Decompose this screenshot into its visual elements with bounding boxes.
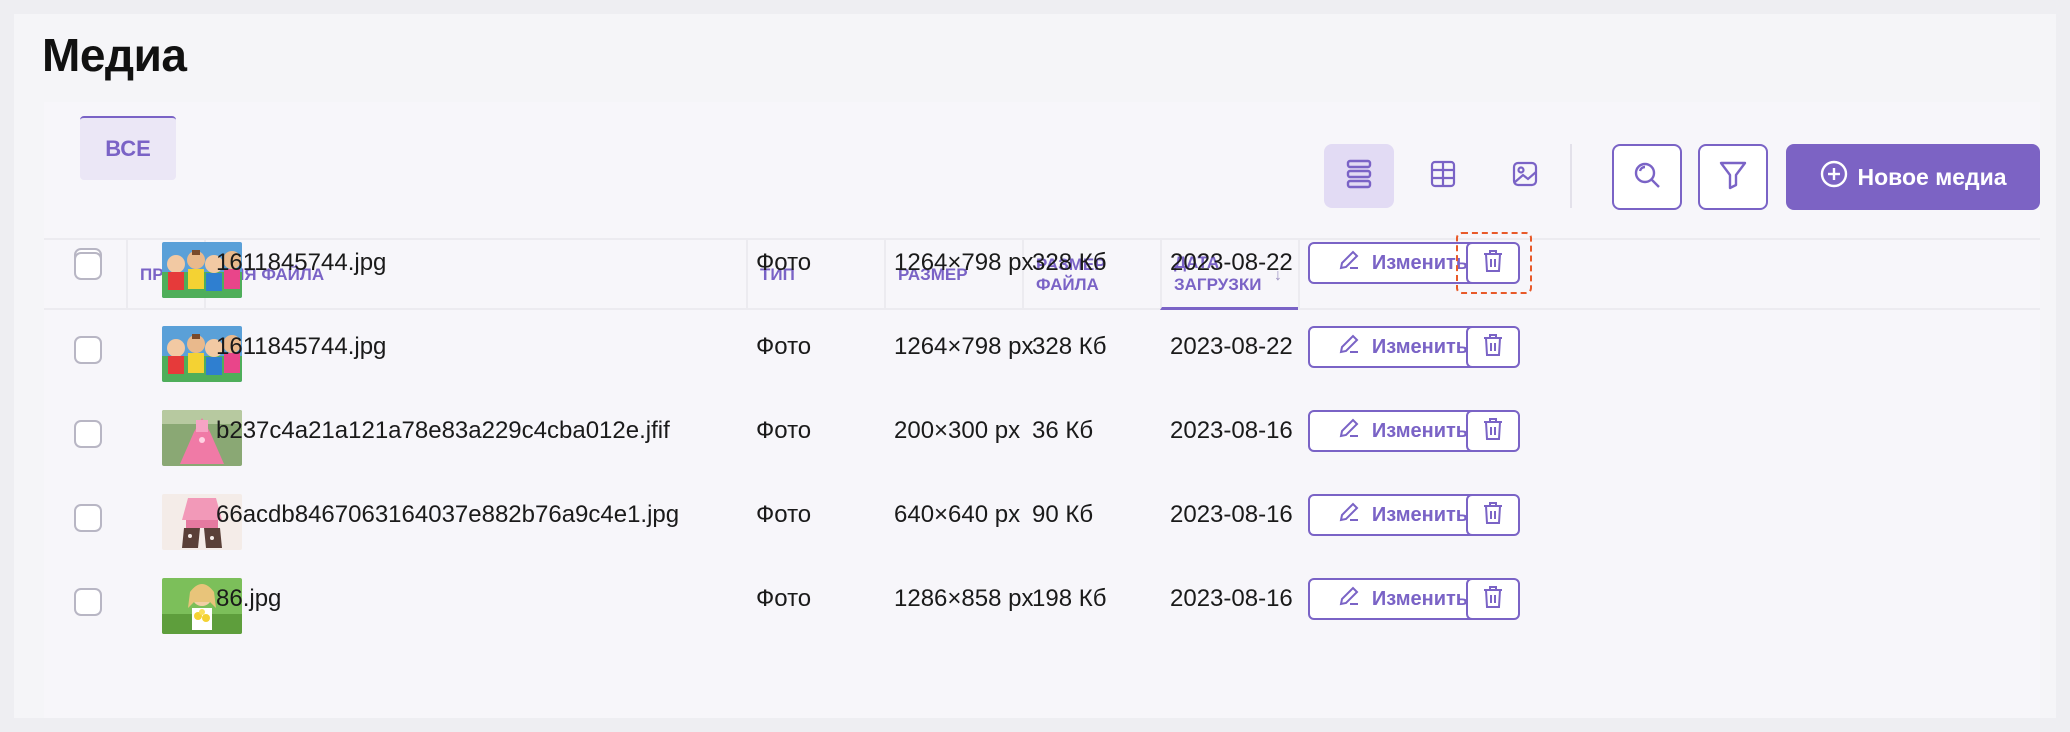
delete-button[interactable]	[1466, 410, 1520, 452]
table-row[interactable]: b237c4a21a121a78e83a229c4cba012e.jfif Фо…	[44, 398, 2040, 482]
date-cell: 2023-08-16	[1170, 501, 1293, 528]
list-view-button[interactable]	[1324, 144, 1394, 208]
type-cell: Фото	[756, 417, 812, 444]
search-button[interactable]	[1612, 144, 1682, 210]
edit-label: Изменить	[1371, 335, 1469, 358]
filename-cell: 1611845744.jpg	[216, 333, 387, 360]
filesize-cell: 328 Кб	[1032, 333, 1107, 360]
pencil-icon	[1338, 417, 1360, 445]
table-row[interactable]: 86.jpg Фото 1286×858 px 198 Кб 2023-08-1…	[44, 566, 2040, 650]
delete-button[interactable]	[1466, 578, 1520, 620]
type-cell: Фото	[756, 585, 812, 612]
table-row[interactable]: 1611845744.jpg Фото 1264×798 px 328 Кб 2…	[44, 230, 2040, 314]
delete-button[interactable]	[1466, 242, 1520, 284]
row-checkbox[interactable]	[74, 588, 102, 616]
trash-icon	[1482, 417, 1504, 446]
delete-button[interactable]	[1466, 326, 1520, 368]
trash-icon	[1482, 585, 1504, 614]
row-checkbox[interactable]	[74, 504, 102, 532]
pencil-icon	[1338, 249, 1360, 277]
type-cell: Фото	[756, 249, 812, 276]
type-cell: Фото	[756, 501, 812, 528]
page-title: Медиа	[42, 29, 187, 81]
dimensions-cell: 1264×798 px	[894, 333, 1034, 360]
filesize-cell: 328 Кб	[1032, 249, 1107, 276]
table-row[interactable]: 66acdb8467063164037e882b76a9c4e1.jpg Фот…	[44, 482, 2040, 566]
media-page: Медиа ВСЕ Новое медиа ИМЯ ФАЙЛА ТИП РАЗМ…	[14, 14, 2056, 718]
plus-circle-icon	[1819, 159, 1849, 195]
filename-cell: 66acdb8467063164037e882b76a9c4e1.jpg	[216, 501, 680, 528]
search-icon	[1632, 160, 1662, 195]
dimensions-cell: 640×640 px	[894, 501, 1021, 528]
trash-icon	[1482, 501, 1504, 530]
grid-view-icon	[1430, 160, 1456, 193]
new-media-button[interactable]: Новое медиа	[1786, 144, 2040, 210]
grid-view-button[interactable]	[1408, 144, 1478, 208]
filesize-cell: 90 Кб	[1032, 501, 1094, 528]
toolbar-divider	[1570, 144, 1572, 208]
date-cell: 2023-08-16	[1170, 417, 1293, 444]
pencil-icon	[1338, 585, 1360, 613]
filesize-cell: 36 Кб	[1032, 417, 1094, 444]
filesize-cell: 198 Кб	[1032, 585, 1107, 612]
new-media-label: Новое медиа	[1857, 163, 2007, 190]
image-view-icon	[1512, 161, 1538, 192]
row-checkbox[interactable]	[74, 252, 102, 280]
row-checkbox[interactable]	[74, 336, 102, 364]
dimensions-cell: 1286×858 px	[894, 585, 1034, 612]
list-view-icon	[1346, 159, 1372, 194]
trash-icon	[1482, 333, 1504, 362]
tab-all[interactable]: ВСЕ	[80, 116, 176, 180]
edit-label: Изменить	[1371, 503, 1469, 526]
filename-cell: 86.jpg	[216, 585, 282, 612]
pencil-icon	[1338, 501, 1360, 529]
dimensions-cell: 200×300 px	[894, 417, 1021, 444]
gallery-view-button[interactable]	[1490, 144, 1560, 208]
filename-cell: 1611845744.jpg	[216, 249, 387, 276]
edit-label: Изменить	[1371, 251, 1469, 274]
date-cell: 2023-08-22	[1170, 249, 1293, 276]
edit-label: Изменить	[1371, 587, 1469, 610]
pencil-icon	[1338, 333, 1360, 361]
filter-button[interactable]	[1698, 144, 1768, 210]
type-cell: Фото	[756, 333, 812, 360]
edit-label: Изменить	[1371, 419, 1469, 442]
dimensions-cell: 1264×798 px	[894, 249, 1034, 276]
table-row[interactable]: 1611845744.jpg Фото 1264×798 px 328 Кб 2…	[44, 314, 2040, 398]
media-panel: ВСЕ Новое медиа ИМЯ ФАЙЛА ТИП РАЗМЕР РАЗ…	[44, 102, 2040, 718]
date-cell: 2023-08-16	[1170, 585, 1293, 612]
trash-icon	[1482, 249, 1504, 278]
row-checkbox[interactable]	[74, 420, 102, 448]
filter-icon	[1719, 160, 1747, 195]
date-cell: 2023-08-22	[1170, 333, 1293, 360]
delete-button[interactable]	[1466, 494, 1520, 536]
filename-cell: b237c4a21a121a78e83a229c4cba012e.jfif	[216, 417, 670, 444]
